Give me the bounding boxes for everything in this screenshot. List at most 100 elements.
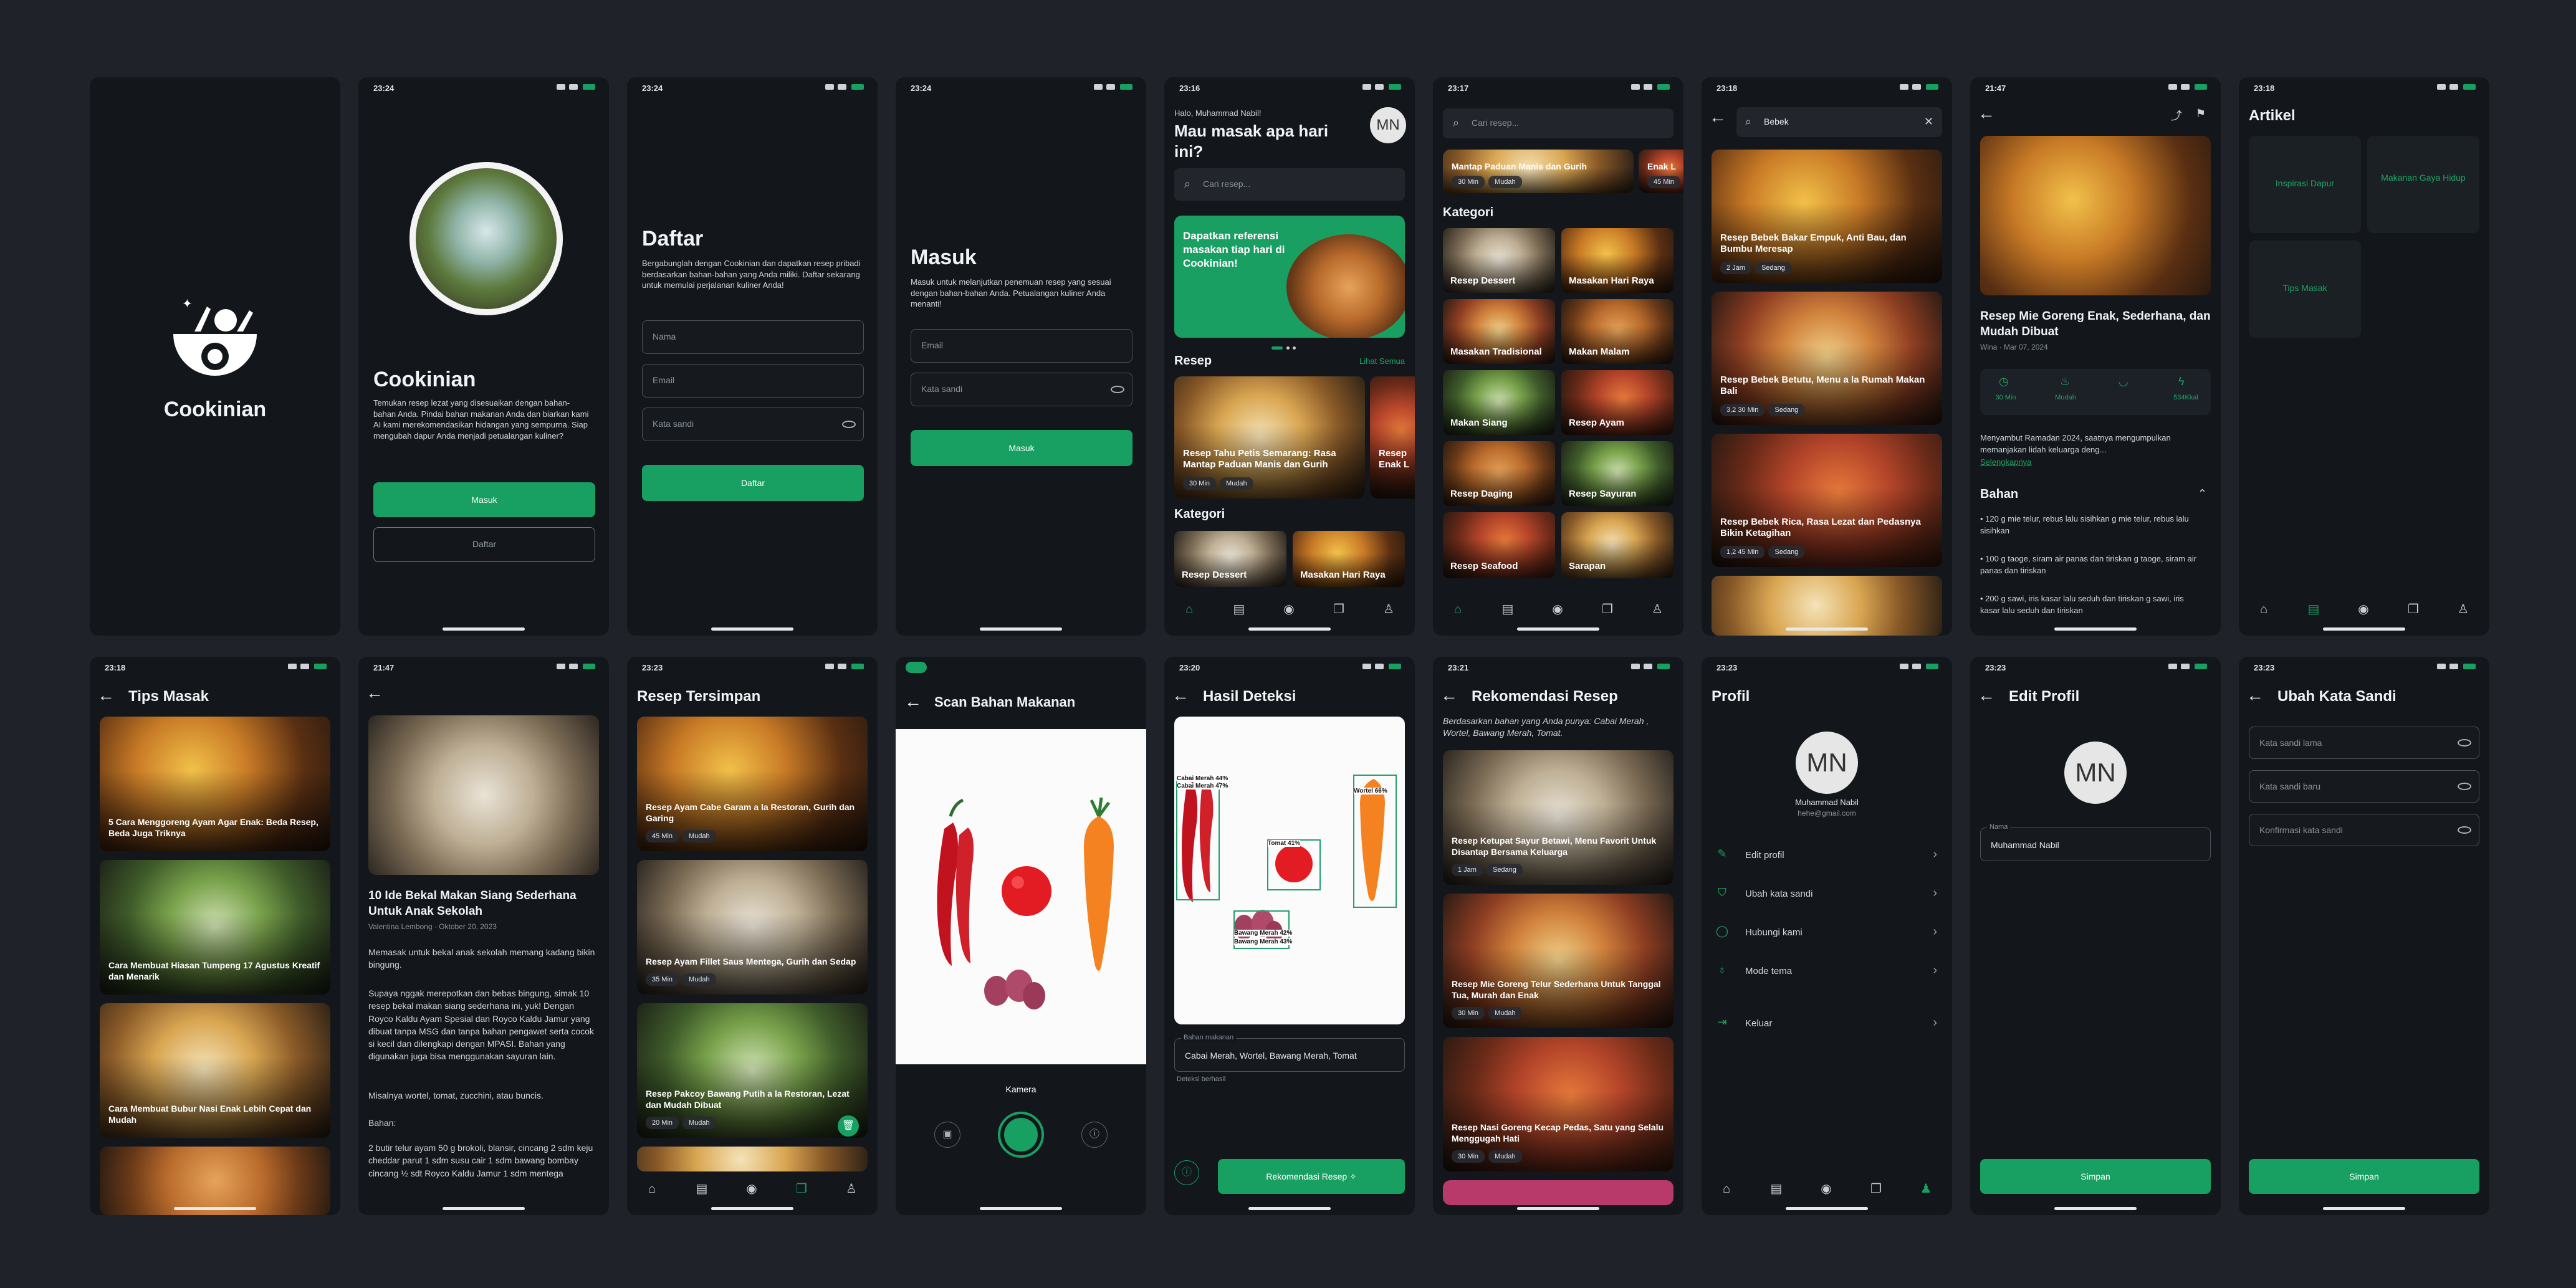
home-icon[interactable]: ⌂ [644, 1181, 659, 1196]
category-card[interactable]: Resep Dessert [1174, 531, 1286, 587]
gallery-icon[interactable]: ▣ [934, 1122, 960, 1148]
book-icon[interactable]: ▤ [1500, 602, 1515, 617]
save-button[interactable]: Simpan [1980, 1159, 2211, 1194]
saved-recipe-card[interactable]: Resep Pakcoy Bawang Putih a la Restoran,… [637, 1003, 868, 1138]
tip-card[interactable]: Cara Membuat Bubur Nasi Enak Lebih Cepat… [100, 1003, 330, 1138]
category-card[interactable]: Resep Dessert [1443, 228, 1555, 293]
search-input[interactable]: ⌕ Bebek ✕ [1736, 107, 1942, 137]
register-button[interactable]: Daftar [373, 527, 595, 562]
recipe-card[interactable]: Resep Tahu Petis Semarang: Rasa Mantap P… [1174, 376, 1365, 499]
recommended-recipe-card[interactable]: Resep Ketupat Sayur Betawi, Menu Favorit… [1443, 750, 1673, 885]
back-arrow-icon[interactable]: ← [1709, 108, 1726, 126]
article-category-card[interactable]: Makanan Gaya Hidup [2367, 136, 2479, 233]
tip-card[interactable]: Cara Membuat Hiasan Tumpeng 17 Agustus K… [100, 860, 330, 995]
share-icon[interactable]: ⤴ [2171, 107, 2182, 123]
home-icon[interactable]: ⌂ [2256, 602, 2271, 617]
book-icon[interactable]: ▤ [1232, 602, 1247, 617]
search-result-card[interactable] [1712, 576, 1942, 636]
register-submit-button[interactable]: Daftar [642, 465, 864, 501]
category-card[interactable]: Resep Sayuran [1561, 441, 1673, 506]
home-icon[interactable]: ⌂ [1719, 1181, 1734, 1196]
old-password-field[interactable]: Kata sandi lama [2249, 727, 2479, 759]
eye-icon[interactable] [1111, 386, 1124, 393]
eye-icon[interactable] [2458, 739, 2471, 747]
camera-icon[interactable]: ◉ [1550, 602, 1565, 617]
password-field[interactable]: Kata sandi [642, 408, 864, 441]
recommend-button[interactable]: Rekomendasi Resep ✧ [1218, 1159, 1405, 1194]
back-arrow-icon[interactable]: ← [97, 687, 115, 704]
clear-icon[interactable]: ✕ [1924, 107, 1933, 136]
avatar[interactable]: MN [2064, 742, 2127, 804]
new-password-field[interactable]: Kata sandi baru [2249, 770, 2479, 803]
recipe-card[interactable]: Mantap Paduan Manis dan Gurih 30 Min Mudah [1443, 150, 1634, 193]
name-field[interactable]: Nama Muhammad Nabil [1980, 823, 2211, 861]
login-submit-button[interactable]: Masuk [911, 430, 1132, 466]
home-icon[interactable]: ⌂ [1182, 602, 1197, 617]
article-icon[interactable]: ❐ [1869, 1181, 1884, 1196]
back-arrow-icon[interactable]: ← [1440, 687, 1458, 704]
password-field[interactable]: Kata sandi [911, 373, 1132, 406]
book-icon[interactable]: ▤ [1769, 1181, 1784, 1196]
article-category-card[interactable]: Inspirasi Dapur [2249, 136, 2361, 233]
delete-icon[interactable]: 🗑 [838, 1115, 859, 1137]
login-button[interactable]: Masuk [373, 482, 595, 517]
saved-recipe-card[interactable]: Resep Ayam Cabe Garam a la Restoran, Gur… [637, 717, 868, 851]
category-card[interactable]: Makan Malam [1561, 299, 1673, 364]
category-card[interactable]: Sarapan [1561, 512, 1673, 578]
search-input[interactable]: ⌕ Cari resep... [1174, 168, 1405, 201]
back-arrow-icon[interactable]: ← [1978, 105, 1995, 122]
email-field[interactable]: Email [642, 364, 864, 398]
collapse-icon[interactable]: ⌃ [2198, 487, 2207, 500]
search-result-card[interactable]: Resep Bebek Bakar Empuk, Anti Bau, dan B… [1712, 150, 1942, 283]
category-card[interactable]: Masakan Tradisional [1443, 299, 1555, 364]
back-arrow-icon[interactable]: ← [2246, 687, 2264, 704]
see-all-link[interactable]: Lihat Semua [1359, 356, 1405, 366]
menu-theme[interactable]: ♁ Mode tema › [1714, 960, 1940, 983]
read-more-link[interactable]: Selengkapnya [1980, 457, 2031, 467]
search-result-card[interactable]: Resep Bebek Betutu, Menu a la Rumah Maka… [1712, 292, 1942, 425]
eye-icon[interactable] [2458, 783, 2471, 790]
book-icon[interactable]: ▤ [2306, 602, 2321, 617]
recipe-card[interactable]: Resep Enak L [1370, 376, 1415, 499]
recommended-recipe-card[interactable]: Resep Mie Goreng Telur Sederhana Untuk T… [1443, 894, 1673, 1028]
menu-logout[interactable]: ⇥ Keluar › [1714, 1012, 1940, 1036]
eye-icon[interactable] [842, 421, 856, 428]
search-result-card[interactable]: Resep Bebek Rica, Rasa Lezat dan Pedasny… [1712, 434, 1942, 567]
email-field[interactable]: Email [911, 329, 1132, 363]
back-arrow-icon[interactable]: ← [1978, 687, 1995, 704]
book-icon[interactable]: ▤ [694, 1181, 709, 1196]
user-icon[interactable]: ♙ [844, 1181, 859, 1196]
back-arrow-icon[interactable]: ← [904, 693, 922, 710]
article-icon[interactable]: ❐ [1331, 602, 1346, 617]
home-icon[interactable]: ⌂ [1450, 602, 1465, 617]
eye-icon[interactable] [2458, 826, 2471, 834]
camera-icon[interactable]: ◉ [2356, 602, 2371, 617]
tip-card[interactable]: 5 Cara Menggoreng Ayam Agar Enak: Beda R… [100, 717, 330, 851]
recommended-recipe-card[interactable]: Resep Nasi Goreng Kecap Pedas, Satu yang… [1443, 1037, 1673, 1171]
save-button[interactable]: Simpan [2249, 1159, 2479, 1194]
tip-card[interactable] [100, 1147, 330, 1215]
shutter-button[interactable] [998, 1112, 1044, 1158]
user-icon[interactable]: ♙ [1381, 602, 1396, 617]
user-icon[interactable]: ♟ [1918, 1181, 1933, 1196]
article-icon[interactable]: ❐ [794, 1181, 809, 1196]
category-card[interactable]: Masakan Hari Raya [1293, 531, 1405, 587]
article-icon[interactable]: ❐ [2406, 602, 2421, 617]
recommended-recipe-card[interactable] [1443, 1180, 1673, 1205]
bookmark-icon[interactable]: ⚑ [2196, 107, 2206, 120]
menu-contact[interactable]: ◯ Hubungi kami › [1714, 921, 1940, 945]
info-icon[interactable]: ⓘ [1174, 1160, 1199, 1185]
user-icon[interactable]: ♙ [2456, 602, 2471, 617]
category-card[interactable]: Resep Ayam [1561, 370, 1673, 435]
saved-recipe-card[interactable] [637, 1147, 868, 1171]
back-arrow-icon[interactable]: ← [1172, 687, 1189, 704]
category-card[interactable]: Makan Siang [1443, 370, 1555, 435]
camera-icon[interactable]: ◉ [744, 1181, 759, 1196]
avatar[interactable]: MN [1370, 107, 1406, 143]
saved-recipe-card[interactable]: Resep Ayam Fillet Saus Mentega, Gurih da… [637, 860, 868, 995]
recipe-card[interactable]: Enak L 45 Min [1639, 150, 1683, 193]
name-field[interactable]: Nama [642, 320, 864, 354]
category-card[interactable]: Resep Seafood [1443, 512, 1555, 578]
confirm-password-field[interactable]: Konfirmasi kata sandi [2249, 814, 2479, 846]
category-card[interactable]: Masakan Hari Raya [1561, 228, 1673, 293]
